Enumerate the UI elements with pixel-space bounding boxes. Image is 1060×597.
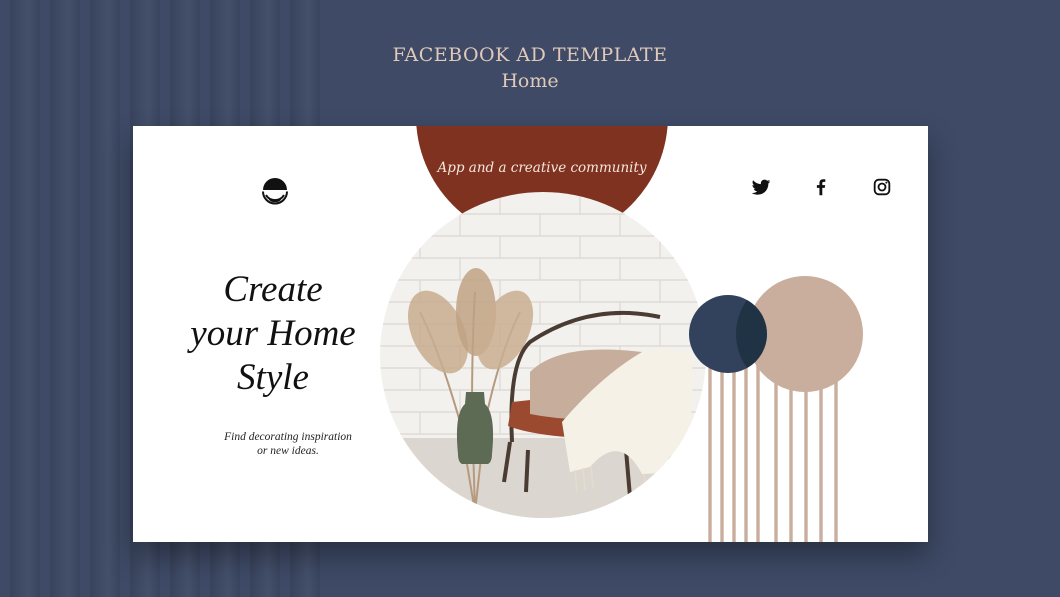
subcopy: Find decorating inspiration or new ideas… bbox=[193, 430, 383, 458]
subcopy-line: or new ideas. bbox=[257, 445, 319, 457]
headline: Create your Home Style bbox=[173, 268, 373, 400]
decorative-circles bbox=[689, 276, 863, 542]
instagram-icon[interactable] bbox=[871, 176, 893, 198]
ad-card: App and a creative community Create your… bbox=[133, 126, 928, 542]
facebook-icon[interactable] bbox=[810, 176, 832, 198]
headline-line: Style bbox=[237, 357, 309, 398]
template-subtitle: Home bbox=[501, 70, 559, 92]
interior-photo bbox=[380, 192, 706, 518]
brand-logo-icon bbox=[262, 178, 288, 205]
template-title: FACEBOOK AD TEMPLATE bbox=[392, 44, 668, 66]
headline-line: Create bbox=[223, 269, 323, 310]
tagline: App and a creative community bbox=[437, 160, 647, 176]
twitter-icon[interactable] bbox=[750, 176, 772, 198]
subcopy-line: Find decorating inspiration bbox=[224, 431, 352, 443]
headline-line: your Home bbox=[190, 313, 356, 354]
